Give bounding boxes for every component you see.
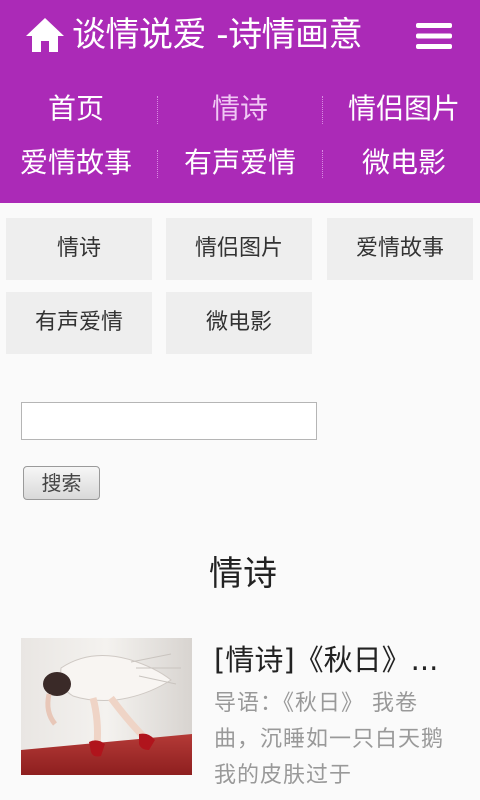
category-tile-poems[interactable]: 情诗 (6, 218, 152, 280)
nav-item-home[interactable]: 首页 (6, 82, 146, 136)
article-excerpt: 导语：《秋日》 我卷曲，沉睡如一只白天鹅 我的皮肤过于 (214, 691, 445, 788)
category-tile-love-stories[interactable]: 爱情故事 (327, 218, 473, 280)
category-tile-audio-love[interactable]: 有声爱情 (6, 292, 152, 354)
article-title[interactable]: [情诗]《秋日》... (214, 638, 470, 682)
search-input[interactable] (21, 402, 317, 440)
main-nav: 首页 情诗 情侣图片 爱情故事 有声爱情 微电影 (0, 82, 480, 190)
nav-separator (157, 96, 158, 124)
title-bar: 谈情说爱 -诗情画意 (0, 0, 480, 70)
nav-row-2: 爱情故事 有声爱情 微电影 (0, 136, 480, 190)
search-button[interactable]: 搜索 (23, 466, 100, 500)
category-tile-couple-photos[interactable]: 情侣图片 (166, 218, 312, 280)
home-icon[interactable] (24, 16, 66, 54)
section-title: 情诗 (209, 554, 277, 594)
article-thumbnail[interactable] (21, 638, 192, 775)
nav-item-couple-photos[interactable]: 情侣图片 (334, 82, 474, 136)
nav-separator (157, 150, 158, 178)
nav-item-audio-love[interactable]: 有声爱情 (170, 136, 310, 190)
menu-icon[interactable] (416, 21, 452, 51)
nav-row-1: 首页 情诗 情侣图片 (0, 82, 480, 136)
site-title[interactable]: 谈情说爱 -诗情画意 (72, 10, 363, 60)
category-tile-micro-films[interactable]: 微电影 (166, 292, 312, 354)
site-header: 谈情说爱 -诗情画意 首页 情诗 情侣图片 爱情故事 有声爱情 微电影 (0, 0, 480, 203)
nav-item-micro-films[interactable]: 微电影 (334, 136, 474, 190)
article-item[interactable]: [情诗]《秋日》... 导语：《秋日》 我卷曲，沉睡如一只白天鹅 我的皮肤过于 (0, 634, 480, 800)
nav-separator (322, 96, 323, 124)
nav-separator (322, 150, 323, 178)
nav-item-love-stories[interactable]: 爱情故事 (6, 136, 146, 190)
nav-item-poems[interactable]: 情诗 (170, 82, 310, 136)
